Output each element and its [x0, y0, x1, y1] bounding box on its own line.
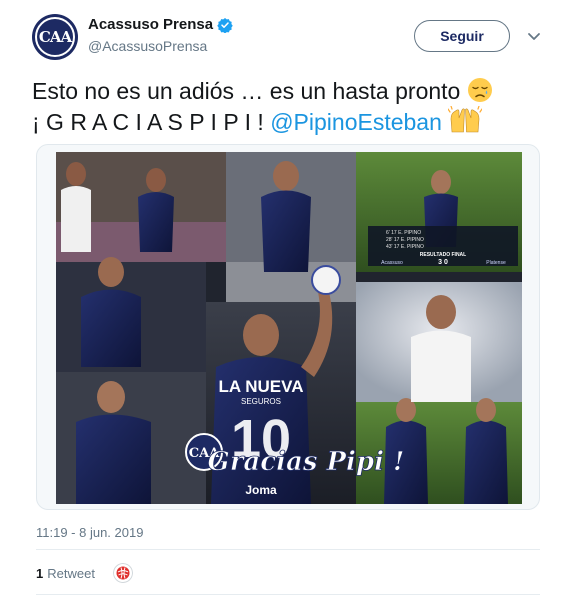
scorer-3: 43' 17 E. PIPINO — [386, 244, 424, 250]
divider — [36, 594, 540, 595]
display-name: Acassuso Prensa — [88, 16, 214, 33]
scoreboard-title: RESULTADO FINAL — [420, 252, 466, 258]
collage-graphic: LA NUEVA SEGUROS 10 Joma 6' 17 E. PIPINO… — [56, 152, 522, 504]
scoreboard-home: Acassuso — [381, 260, 403, 266]
scoreboard-score: 3 0 — [438, 259, 448, 266]
jersey-brand-text: Joma — [245, 483, 277, 497]
tweet-stats: 1 Retweet — [36, 561, 133, 585]
account-handle: @AcassusoPrensa — [88, 38, 208, 54]
scoreboard-away: Platense — [486, 260, 506, 266]
retweet-label[interactable]: Retweet — [47, 566, 95, 581]
tweet-line-1: Esto no es un adiós … es un hasta pronto — [32, 76, 552, 106]
tweet-text: Esto no es un adiós … es un hasta pronto… — [32, 76, 552, 137]
tweet-media-image[interactable]: LA NUEVA SEGUROS 10 Joma 6' 17 E. PIPINO… — [36, 144, 540, 510]
avatar[interactable]: CAA — [32, 14, 78, 60]
tweet-line-2: ¡ G R A C I A S P I P I ! @PipinoEsteban — [32, 106, 552, 137]
account-name-block[interactable]: Acassuso Prensa @AcassusoPrensa — [88, 16, 233, 54]
follow-button[interactable]: Seguir — [414, 20, 510, 52]
divider — [36, 549, 540, 550]
tweet-timestamp[interactable]: 11:19 - 8 jun. 2019 — [36, 525, 143, 540]
tweet-header: CAA Acassuso Prensa @AcassusoPrensa Segu… — [32, 14, 552, 64]
scorer-2: 28' 17 E. PIPINO — [386, 237, 424, 243]
verified-badge-icon — [217, 17, 233, 33]
jersey-sponsor-text: LA NUEVA — [219, 377, 304, 396]
retweeter-avatar[interactable] — [112, 563, 133, 583]
jersey-sponsor-sub-text: SEGUROS — [241, 397, 281, 406]
retweet-count[interactable]: 1 — [36, 566, 43, 581]
scorer-1: 6' 17 E. PIPINO — [386, 230, 421, 236]
chevron-down-icon[interactable] — [526, 28, 542, 44]
photo-collage: LA NUEVA SEGUROS 10 Joma 6' 17 E. PIPINO… — [56, 152, 522, 504]
raised-hands-emoji — [448, 106, 483, 133]
avatar-logo-text: CAA — [38, 28, 72, 46]
sad-face-emoji — [467, 78, 492, 102]
mention-link[interactable]: @PipinoEsteban — [270, 109, 442, 135]
collage-overlay-text: Gracias Pipi ! — [208, 447, 405, 477]
